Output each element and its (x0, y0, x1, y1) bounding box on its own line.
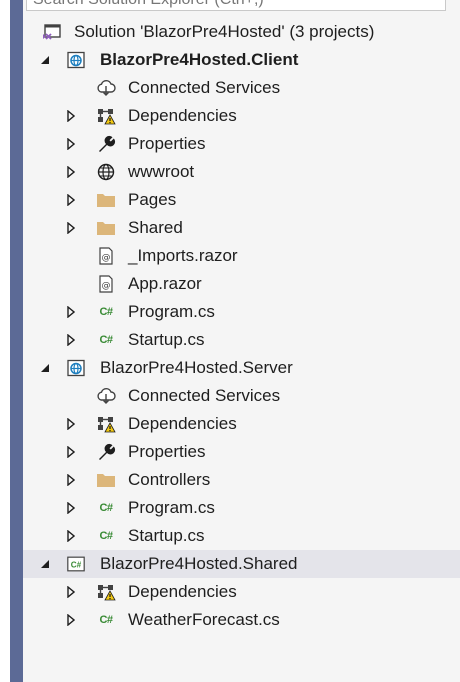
wrench-icon (96, 443, 116, 461)
tree-item-label: _Imports.razor (128, 246, 238, 265)
collapsed-arrow-icon[interactable] (64, 102, 78, 130)
tree-item-startup-cs[interactable]: C# Startup.cs (23, 522, 460, 550)
tree-item-label: Startup.cs (128, 526, 205, 545)
csharp-project-icon: C# (66, 555, 86, 573)
collapsed-arrow-icon[interactable] (64, 326, 78, 354)
folder-icon (96, 471, 116, 489)
tree-item-dependencies[interactable]: Dependencies (23, 102, 460, 130)
wrench-icon (96, 135, 116, 153)
tree-item-label: Connected Services (128, 78, 281, 97)
csharp-file-icon: C# (99, 334, 113, 346)
tree-item-project-client[interactable]: BlazorPre4Hosted.Client (23, 46, 460, 74)
tree-item-startup-cs[interactable]: C# Startup.cs (23, 326, 460, 354)
collapsed-arrow-icon[interactable] (64, 298, 78, 326)
tree-item-label: Properties (128, 442, 206, 461)
collapsed-arrow-icon[interactable] (64, 186, 78, 214)
solution-tree: Solution 'BlazorPre4Hosted' (3 projects)… (23, 18, 460, 634)
tree-item-label: wwwroot (128, 162, 195, 181)
collapsed-arrow-icon[interactable] (64, 410, 78, 438)
tool-window-accent-bar (10, 0, 23, 682)
razor-file-icon: @ (96, 275, 116, 293)
csharp-file-icon: C# (99, 502, 113, 514)
collapsed-arrow-icon[interactable] (64, 578, 78, 606)
tree-item-solution[interactable]: Solution 'BlazorPre4Hosted' (3 projects) (23, 18, 460, 46)
tree-item-label: App.razor (128, 274, 202, 293)
tree-item-folder-shared[interactable]: Shared (23, 214, 460, 242)
csharp-file-icon: C# (99, 614, 113, 626)
collapsed-arrow-icon[interactable] (64, 522, 78, 550)
tree-item-label: BlazorPre4Hosted.Client (100, 50, 299, 69)
web-project-icon (66, 359, 86, 377)
connected-services-icon (96, 387, 116, 405)
tree-item-label: WeatherForecast.cs (128, 610, 280, 629)
svg-text:@: @ (102, 281, 111, 291)
web-project-icon (66, 51, 86, 69)
collapsed-arrow-icon[interactable] (64, 438, 78, 466)
tree-item-program-cs[interactable]: C# Program.cs (23, 298, 460, 326)
collapsed-arrow-icon[interactable] (64, 494, 78, 522)
left-edge (0, 0, 10, 682)
solution-explorer-panel: Search Solution Explorer (Ctrl+;) Soluti… (23, 0, 460, 682)
csharp-file-icon: C# (99, 530, 113, 542)
tree-item-label: Program.cs (128, 498, 215, 517)
expanded-arrow-icon[interactable] (38, 550, 52, 578)
tree-item-properties[interactable]: Properties (23, 130, 460, 158)
tree-item-connected-services[interactable]: Connected Services (23, 74, 460, 102)
expanded-arrow-icon[interactable] (38, 354, 52, 382)
tree-item-label: Solution 'BlazorPre4Hosted' (3 projects) (74, 22, 375, 41)
razor-file-icon: @ (96, 247, 116, 265)
dependencies-warning-icon (96, 107, 116, 125)
tree-item-imports-razor[interactable]: @ _Imports.razor (23, 242, 460, 270)
tree-item-label: Pages (128, 190, 177, 209)
tree-item-weatherforecast-cs[interactable]: C# WeatherForecast.cs (23, 606, 460, 634)
dependencies-warning-icon (96, 415, 116, 433)
collapsed-arrow-icon[interactable] (64, 158, 78, 186)
svg-text:@: @ (102, 253, 111, 263)
globe-icon (96, 163, 116, 181)
folder-icon (96, 191, 116, 209)
tree-item-label: Dependencies (128, 414, 237, 433)
tree-item-properties[interactable]: Properties (23, 438, 460, 466)
tree-item-label: Dependencies (128, 106, 237, 125)
tree-item-project-shared[interactable]: C# BlazorPre4Hosted.Shared (23, 550, 460, 578)
tree-item-label: Startup.cs (128, 330, 205, 349)
collapsed-arrow-icon[interactable] (64, 466, 78, 494)
search-input[interactable]: Search Solution Explorer (Ctrl+;) (26, 0, 446, 11)
collapsed-arrow-icon[interactable] (64, 606, 78, 634)
tree-item-project-server[interactable]: BlazorPre4Hosted.Server (23, 354, 460, 382)
tree-item-folder-pages[interactable]: Pages (23, 186, 460, 214)
tree-item-label: Properties (128, 134, 206, 153)
collapsed-arrow-icon[interactable] (64, 214, 78, 242)
connected-services-icon (96, 79, 116, 97)
csharp-file-icon: C# (99, 306, 113, 318)
tree-item-folder-controllers[interactable]: Controllers (23, 466, 460, 494)
tree-item-dependencies[interactable]: Dependencies (23, 578, 460, 606)
folder-icon (96, 219, 116, 237)
tree-item-label: Dependencies (128, 582, 237, 601)
tree-item-program-cs[interactable]: C# Program.cs (23, 494, 460, 522)
tree-item-app-razor[interactable]: @ App.razor (23, 270, 460, 298)
tree-item-label: Controllers (128, 470, 211, 489)
dependencies-warning-icon (96, 583, 116, 601)
tree-item-connected-services[interactable]: Connected Services (23, 382, 460, 410)
tree-item-wwwroot[interactable]: wwwroot (23, 158, 460, 186)
tree-item-label: BlazorPre4Hosted.Server (100, 358, 293, 377)
tree-item-dependencies[interactable]: Dependencies (23, 410, 460, 438)
collapsed-arrow-icon[interactable] (64, 130, 78, 158)
tree-item-label: Connected Services (128, 386, 281, 405)
expanded-arrow-icon[interactable] (38, 46, 52, 74)
tree-item-label: Shared (128, 218, 183, 237)
tree-item-label: BlazorPre4Hosted.Shared (100, 554, 298, 573)
tree-item-label: Program.cs (128, 302, 215, 321)
svg-text:C#: C# (71, 561, 82, 570)
solution-icon (42, 23, 62, 41)
